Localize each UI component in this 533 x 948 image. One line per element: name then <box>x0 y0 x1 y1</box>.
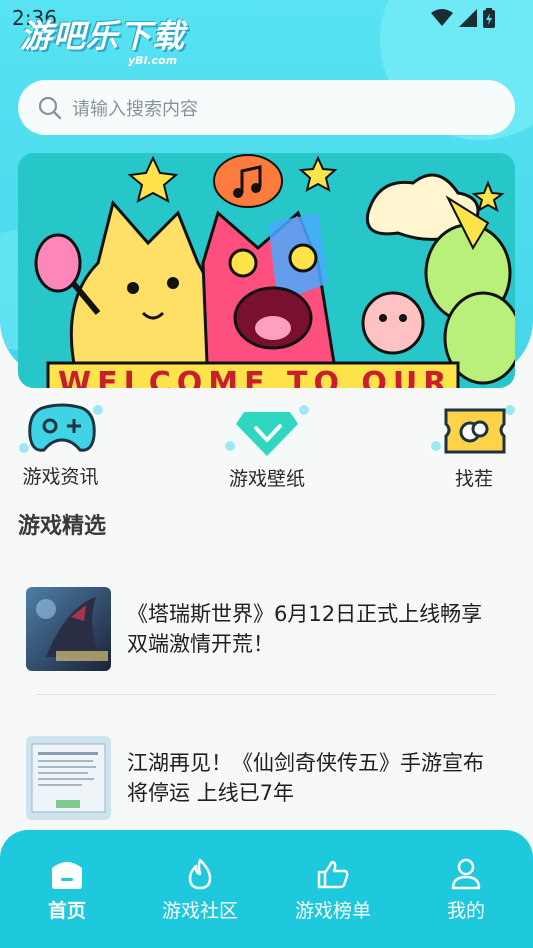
category-row: 游戏资讯 游戏壁纸 找茬 <box>0 400 533 495</box>
user-icon <box>451 858 481 890</box>
divider <box>36 694 496 695</box>
logo-subtext: yBl.com <box>128 54 178 67</box>
logo-text: 游吧乐下载 <box>20 17 186 55</box>
diamond-check-icon <box>225 405 310 458</box>
news-thumbnail <box>26 736 111 820</box>
bottom-tab-bar: 首页 游戏社区 游戏榜单 我的 <box>0 830 533 948</box>
status-icons <box>431 8 495 28</box>
news-thumbnail <box>26 587 111 671</box>
banner-carousel[interactable]: WELCOME TO OUR <box>18 153 515 388</box>
tab-home[interactable]: 首页 <box>12 858 122 923</box>
category-spot-difference[interactable]: 找茬 <box>430 402 518 491</box>
gamepad-icon <box>18 403 103 453</box>
banner-illustration: WELCOME TO OUR <box>18 153 515 388</box>
search-input[interactable]: 请输入搜索内容 <box>18 80 515 135</box>
home-icon <box>52 862 82 889</box>
tab-game-community[interactable]: 游戏社区 <box>145 858 255 923</box>
search-icon <box>38 96 62 119</box>
news-item[interactable]: 江湖再见！《仙剑奇侠传五》手游宣布将停运 上线已7年 <box>26 735 506 821</box>
tab-label: 我的 <box>446 900 485 922</box>
app-logo: 游吧乐下载 yBl.com <box>20 20 190 68</box>
news-title: 江湖再见！《仙剑奇侠传五》手游宣布将停运 上线已7年 <box>127 751 484 805</box>
search-placeholder: 请输入搜索内容 <box>72 98 198 120</box>
category-game-news[interactable]: 游戏资讯 <box>18 400 103 489</box>
battery-icon <box>483 8 495 28</box>
signal-icon <box>459 9 477 27</box>
news-title: 《塔瑞斯世界》6月12日正式上线畅享双端激情开荒！ <box>127 602 483 656</box>
ticket-chat-icon <box>431 405 515 454</box>
thumbs-up-icon <box>317 860 349 889</box>
tab-game-rankings[interactable]: 游戏榜单 <box>278 858 388 923</box>
news-item[interactable]: 《塔瑞斯世界》6月12日正式上线畅享双端激情开荒！ <box>26 586 506 672</box>
section-title: 游戏精选 <box>18 514 107 539</box>
category-label: 找茬 <box>454 468 493 490</box>
banner-welcome-text: WELCOME TO OUR <box>58 366 452 388</box>
tab-mine[interactable]: 我的 <box>411 858 521 923</box>
tab-label: 首页 <box>47 900 86 922</box>
category-label: 游戏壁纸 <box>228 468 305 490</box>
wifi-icon <box>431 9 453 26</box>
tab-label: 游戏榜单 <box>294 900 371 922</box>
category-game-wallpaper[interactable]: 游戏壁纸 <box>222 402 312 491</box>
flame-icon <box>188 858 212 890</box>
tab-label: 游戏社区 <box>161 900 238 922</box>
category-label: 游戏资讯 <box>22 466 99 488</box>
